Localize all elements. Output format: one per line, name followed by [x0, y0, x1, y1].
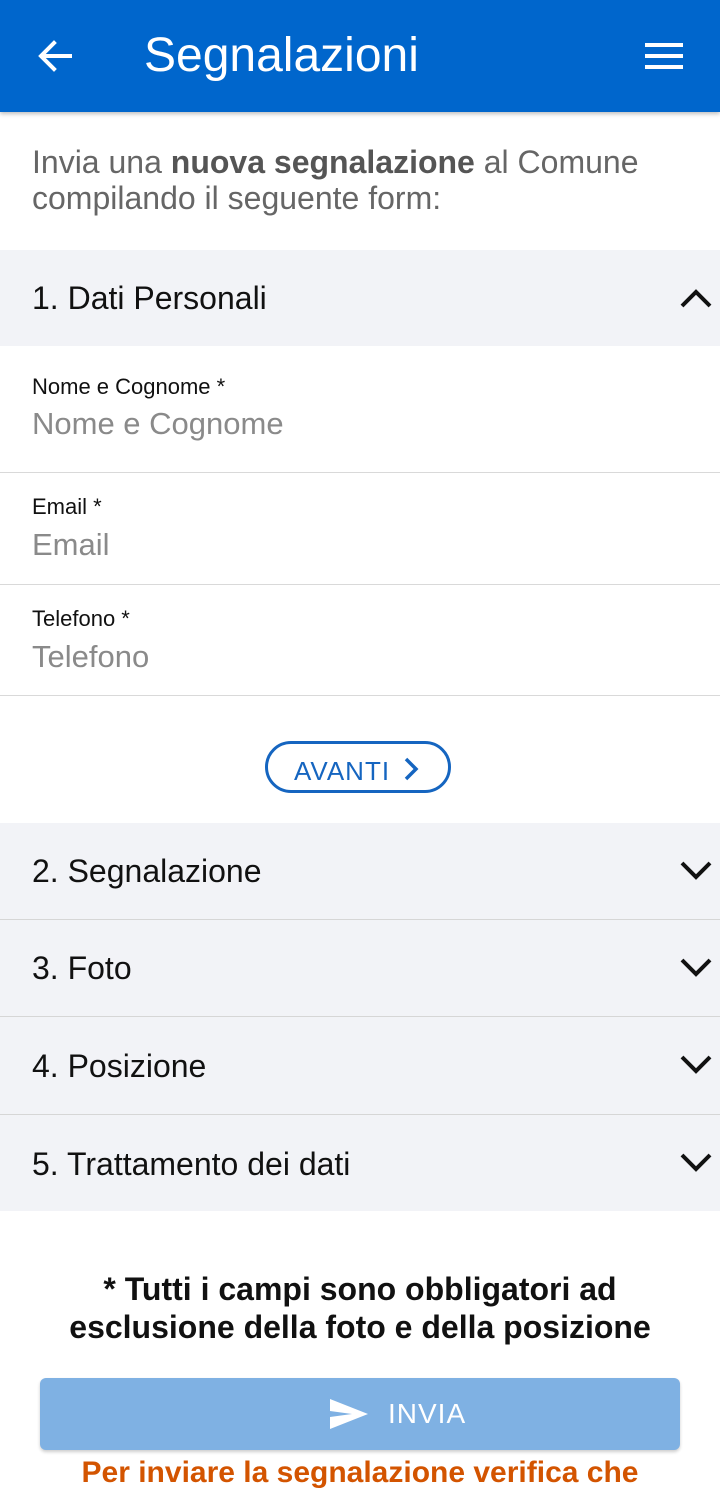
hamburger-menu-icon [645, 43, 683, 69]
app-bar: Segnalazioni [0, 0, 720, 112]
avanti-button[interactable]: AVANTI [265, 741, 451, 793]
chevron-down-icon [680, 1153, 712, 1172]
section-posizione[interactable]: 4. Posizione [0, 1017, 720, 1114]
field-email: Email * [0, 473, 720, 585]
avanti-label: AVANTI [294, 756, 391, 786]
section-title: 4. Posizione [32, 1048, 207, 1084]
invia-label: INVIA [388, 1398, 467, 1429]
nome-cognome-input[interactable] [32, 402, 682, 446]
warning-text: Per inviare la segnalazione verifica che [81, 1456, 639, 1489]
email-input[interactable] [32, 523, 682, 567]
section-title: 5. Trattamento dei dati [32, 1146, 351, 1182]
field-label: Email * [32, 494, 102, 519]
chevron-down-icon [680, 861, 712, 880]
menu-button[interactable] [640, 36, 688, 76]
section-title: 1. Dati Personali [32, 280, 267, 316]
field-label: Telefono * [32, 606, 130, 631]
field-nome-cognome: Nome e Cognome * [0, 346, 720, 473]
arrow-left-icon [38, 40, 72, 72]
chevron-down-icon [680, 958, 712, 977]
page-title: Segnalazioni [144, 29, 419, 82]
back-button[interactable] [30, 32, 82, 80]
section-title: 2. Segnalazione [32, 853, 262, 889]
section-dati-personali[interactable]: 1. Dati Personali [0, 250, 720, 346]
required-fields-note: * Tutti i campi sono obbligatori ad escl… [69, 1271, 651, 1345]
chevron-right-icon [404, 757, 419, 781]
section-foto[interactable]: 3. Foto [0, 920, 720, 1016]
invia-button[interactable]: INVIA [40, 1378, 680, 1450]
intro-text: Invia una nuova segnalazione al Comune c… [32, 144, 639, 216]
section-segnalazione[interactable]: 2. Segnalazione [0, 823, 720, 919]
chevron-down-icon [680, 1055, 712, 1074]
chevron-up-icon [680, 289, 712, 308]
section-title: 3. Foto [32, 950, 132, 986]
section-trattamento-dati[interactable]: 5. Trattamento dei dati [0, 1115, 720, 1211]
field-telefono: Telefono * [0, 585, 720, 696]
send-icon [330, 1399, 368, 1429]
intro-highlight: nuova segnalazione [170, 144, 475, 180]
field-label: Nome e Cognome * [32, 374, 226, 399]
telefono-input[interactable] [32, 635, 682, 679]
